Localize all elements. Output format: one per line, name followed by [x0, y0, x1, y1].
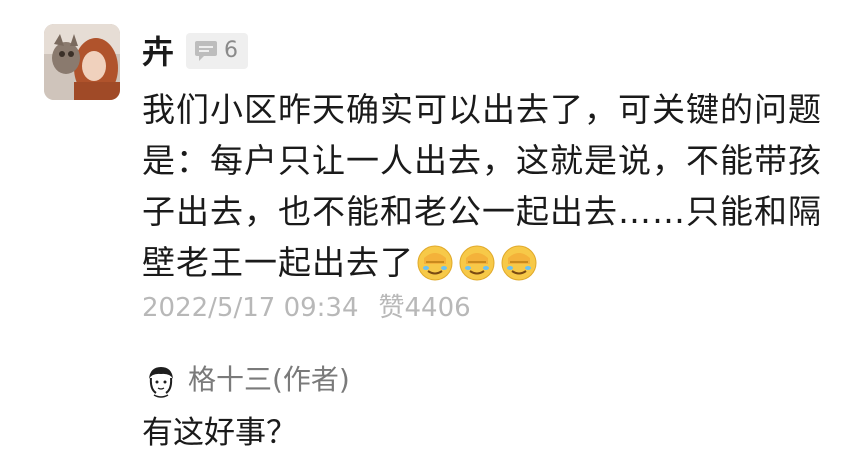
user-level-badge: 6 [186, 33, 248, 69]
emoji-group [416, 244, 538, 282]
comment-text-container: 我们小区昨天确实可以出去了，可关键的问题是：每户只让一人出去，这就是说，不能带孩… [142, 84, 832, 288]
comment-bubble-icon [195, 41, 217, 61]
reply-avatar[interactable] [142, 361, 180, 399]
commenter-avatar[interactable] [44, 24, 120, 100]
facepalm-emoji-icon [416, 244, 454, 282]
comment-meta: 2022/5/17 09:34 赞4406 [142, 290, 471, 326]
like-count[interactable]: 赞4406 [379, 290, 471, 326]
commenter-username[interactable]: 卉 [142, 30, 174, 74]
sketch-avatar-icon [142, 361, 180, 399]
user-photo-avatar-icon [44, 24, 120, 100]
level-number: 6 [224, 38, 238, 63]
facepalm-emoji-icon [458, 244, 496, 282]
reply-text: 有这好事？ [142, 415, 297, 451]
reply-header: 格十三(作者) [142, 360, 350, 400]
facepalm-emoji-icon [500, 244, 538, 282]
reply-author-name[interactable]: 格十三(作者) [188, 360, 350, 400]
comment-date: 2022/5/17 09:34 [142, 293, 359, 323]
